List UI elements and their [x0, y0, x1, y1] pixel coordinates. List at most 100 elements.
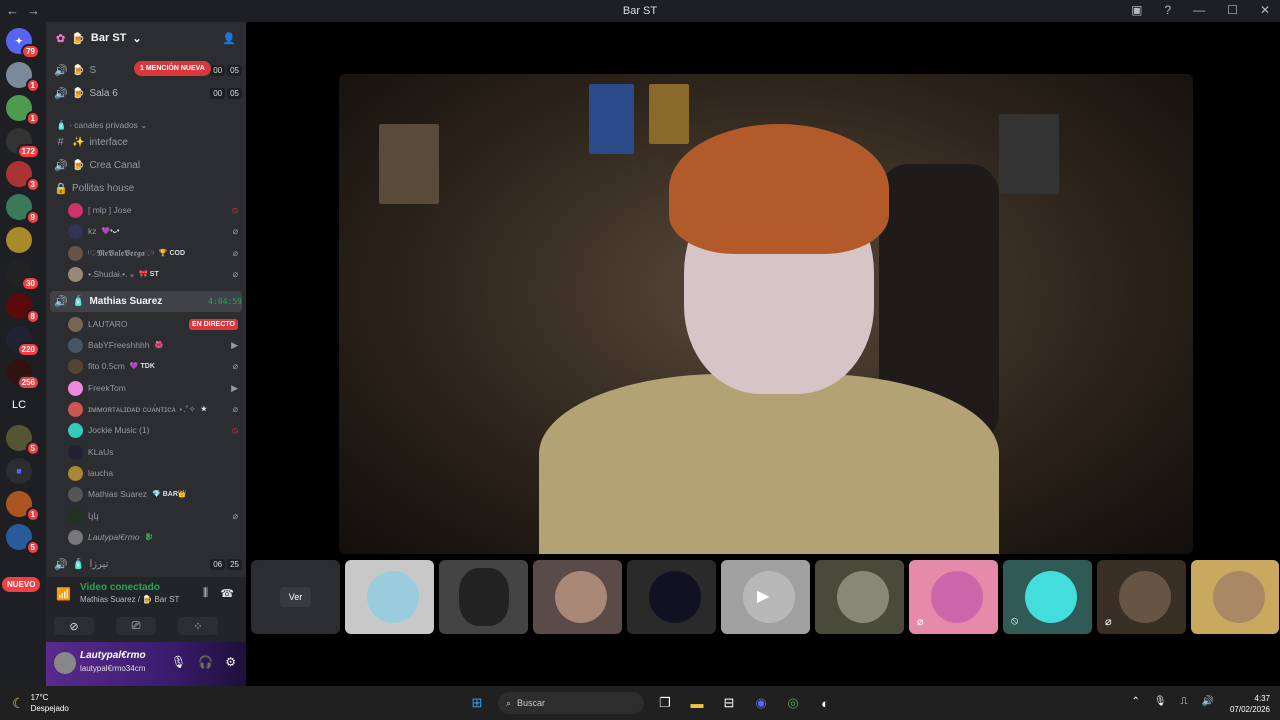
voice-user[interactable]: KLaUs	[68, 442, 238, 462]
voice-status-title[interactable]: Video conectado	[80, 582, 160, 593]
user-name: laucha	[88, 468, 114, 478]
speaker-icon: 🔊	[54, 558, 68, 571]
headphones-icon[interactable]: 🎧	[198, 655, 213, 669]
participant-tile[interactable]	[533, 560, 622, 634]
server-icon[interactable]: 30	[6, 260, 40, 291]
voice-user[interactable]: fito 0.5cm 💜 TDK ⌀	[68, 356, 238, 376]
signal-icon[interactable]: 📶	[56, 587, 71, 601]
microphone-icon[interactable]: 🎙	[171, 655, 186, 669]
participant-tile[interactable]: ⌀	[909, 560, 998, 634]
microphone-icon[interactable]: 🎙	[1154, 696, 1167, 707]
clock[interactable]: 4:37 07/02/2026	[1230, 693, 1270, 715]
user-name[interactable]: Lautypal€rmo	[80, 650, 146, 661]
user-name: ɪᴍᴍᴏʀᴛᴀʟɪᴅᴀᴅ ᴄᴜᴀ́ɴᴛɪᴄᴀ ⋆.˚✧	[88, 403, 196, 414]
voice-channel[interactable]: 🔊 🍺 Sala 6 00 05	[50, 83, 242, 103]
volume-icon[interactable]: 🔊	[1202, 696, 1214, 707]
task-view-icon[interactable]: ❐	[654, 692, 676, 714]
close-button[interactable]: ✕	[1260, 3, 1270, 17]
deafen-icon: ⦸	[1011, 615, 1019, 627]
discord-home-icon[interactable]: ✦ 79	[6, 28, 40, 59]
voice-user[interactable]: Mathias Suarez 💎 BAR👑	[68, 484, 238, 504]
inbox-icon[interactable]: ▣	[1131, 3, 1142, 17]
disconnect-icon[interactable]: ☎	[220, 587, 234, 600]
mute-icon: ⌀	[232, 247, 238, 258]
steam-icon[interactable]: ◐	[814, 692, 836, 714]
participant-tile[interactable]	[1191, 560, 1279, 634]
network-icon[interactable]: ⎍	[1181, 696, 1188, 707]
view-button[interactable]: Ver	[279, 587, 312, 607]
participant-tile[interactable]	[627, 560, 716, 634]
search-placeholder: Buscar	[517, 698, 546, 708]
new-badge[interactable]: NUEVO	[2, 577, 41, 592]
voice-user[interactable]: BabYFreeshhhh 🌺 ▶	[68, 335, 238, 355]
mention-badge[interactable]: 1 MENCIÓN NUEVA	[134, 61, 211, 76]
participant-video-tile[interactable]	[439, 560, 528, 634]
voice-user[interactable]: ɪᴍᴍᴏʀᴛᴀʟɪᴅᴀᴅ ᴄᴜᴀ́ɴᴛɪᴄᴀ ⋆.˚✧ ★ ⌀	[68, 399, 238, 419]
server-icon[interactable]: 256	[6, 359, 40, 390]
voice-status-channel[interactable]: Mathias Suarez / 🍺 Bar ST	[80, 595, 179, 604]
help-icon[interactable]: ?	[1164, 3, 1171, 17]
settings-gear-icon[interactable]: ⚙	[225, 655, 236, 669]
windows-start-icon[interactable]: ⊞	[466, 692, 488, 714]
server-icon[interactable]: 9	[6, 194, 40, 225]
voice-user[interactable]: [ mlp ] Jose ⦸	[68, 200, 238, 220]
folder-icon[interactable]: ■	[6, 458, 32, 484]
server-icon[interactable]: 1	[6, 491, 40, 522]
server-icon[interactable]: 220	[6, 326, 40, 357]
server-icon[interactable]: 5	[6, 524, 40, 555]
soundboard-icon[interactable]: ⫼	[203, 587, 208, 600]
voice-user[interactable]: Lautypal€rmo 🐉	[68, 527, 238, 547]
activities-button[interactable]: ⁘	[178, 617, 218, 635]
server-header[interactable]: ✿ 🍺 Bar ST ⌄ 👤	[46, 22, 246, 54]
search-box[interactable]: ⌕ Buscar	[498, 692, 644, 714]
maximize-button[interactable]: ☐	[1227, 3, 1238, 17]
voice-user[interactable]: ᵎ♡𝕸𝖊𝖁𝖆𝖑𝖊𝖁𝖊𝖗𝖌𝖆♡ᵎ 🏆 COD ⌀	[68, 243, 238, 263]
participant-tile[interactable]	[345, 560, 434, 634]
text-channel[interactable]: # ✨ interface	[50, 132, 242, 152]
voice-user[interactable]: kz 💜•ᴗ• ⌀	[68, 221, 238, 241]
server-icon[interactable]: 8	[6, 293, 40, 324]
active-voice-channel[interactable]: 🔊 🧴 Mathias Suarez 4:04:59	[50, 291, 242, 312]
voice-user[interactable]: FreekTom ▶	[68, 378, 238, 398]
avatar[interactable]	[54, 652, 76, 674]
participant-tile[interactable]: ⦸	[1003, 560, 1092, 634]
add-member-icon[interactable]: 👤	[222, 32, 236, 45]
view-more-tile[interactable]: Ver	[251, 560, 340, 634]
weather-widget[interactable]: ☾ 17°C Despejado	[12, 692, 69, 714]
file-explorer-icon[interactable]: ▬	[686, 692, 708, 714]
category-header[interactable]: 🧴 · canales privados ⌄	[56, 120, 147, 131]
chrome-icon[interactable]: ◎	[782, 692, 804, 714]
camera-icon: ▶	[231, 382, 238, 393]
camera-off-button[interactable]: ⊘	[54, 617, 94, 635]
voice-user[interactable]: LAUTARO EN DIRECTO	[68, 314, 238, 334]
voice-channel[interactable]: 🔊 🧴 تيرزا 06 25	[50, 554, 242, 574]
voice-user[interactable]: laucha	[68, 463, 238, 483]
discord-icon[interactable]: ◉	[750, 692, 772, 714]
avatar	[68, 401, 83, 417]
channel-name: تيرزا	[89, 558, 109, 570]
voice-user[interactable]: •.Shudai.•. ⁎ 🎀 ST ⌀	[68, 264, 238, 284]
server-icon[interactable]: 5	[6, 425, 40, 456]
participant-tile[interactable]: ⌀	[1097, 560, 1186, 634]
avatar	[931, 571, 983, 623]
voice-user[interactable]: կկ ⌀	[68, 506, 238, 526]
locked-channel[interactable]: 🔒 Pollitas house	[50, 178, 242, 198]
deafen-icon: ⦸	[232, 424, 238, 435]
server-icon[interactable]: 172	[6, 128, 40, 159]
chevron-up-icon[interactable]: ⌃	[1131, 696, 1139, 707]
server-icon[interactable]: 3	[6, 161, 40, 192]
store-icon[interactable]: ⊟	[718, 692, 740, 714]
participant-tile[interactable]	[815, 560, 904, 634]
server-icon[interactable]	[6, 227, 32, 253]
server-icon[interactable]: 1	[6, 95, 40, 126]
participant-tile[interactable]: ▶	[721, 560, 810, 634]
user-name: ᵎ♡𝕸𝖊𝖁𝖆𝖑𝖊𝖁𝖊𝖗𝖌𝖆♡ᵎ	[88, 247, 154, 258]
voice-channel[interactable]: 🔊 🍺 Crea Canal	[50, 155, 242, 175]
channel-icon: 🍺	[72, 87, 85, 99]
main-video-feed[interactable]	[339, 74, 1193, 554]
server-lc[interactable]: LC	[6, 392, 32, 418]
voice-user[interactable]: Jockie Music (1) ⦸	[68, 420, 238, 440]
screen-share-button[interactable]: ⎚	[116, 617, 156, 635]
minimize-button[interactable]: —	[1193, 3, 1205, 17]
server-icon[interactable]: 1	[6, 62, 40, 93]
